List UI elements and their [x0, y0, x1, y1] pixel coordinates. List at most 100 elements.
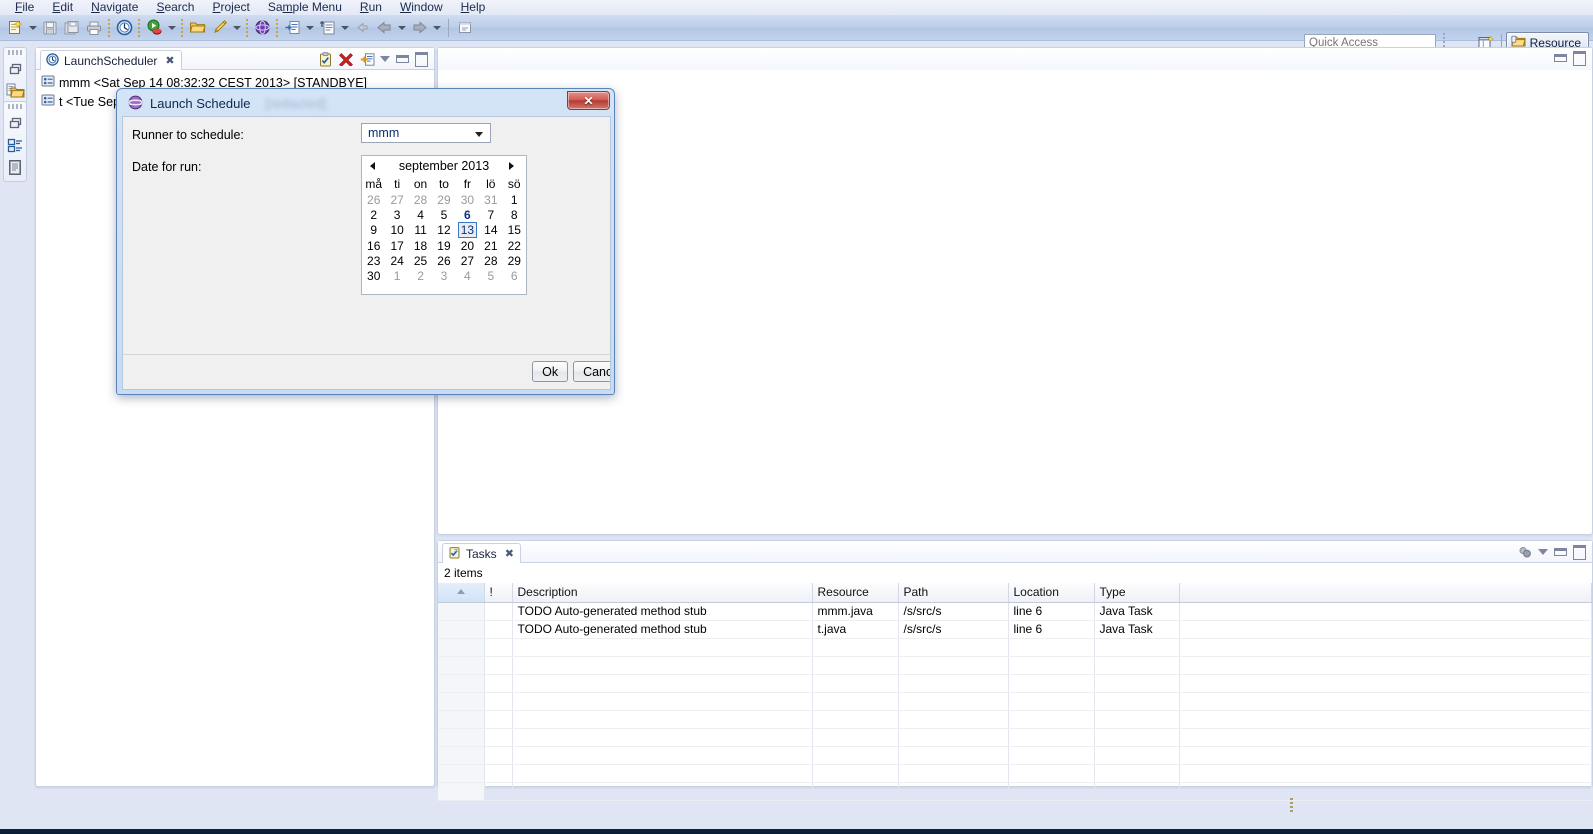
close-icon[interactable]: ✕: [567, 91, 610, 110]
new-task-icon[interactable]: [317, 51, 333, 67]
external-tools-dropdown-icon[interactable]: [303, 17, 316, 39]
calendar-day[interactable]: 21: [479, 238, 502, 253]
menu-item-run[interactable]: Run: [351, 0, 391, 15]
back-prev-icon[interactable]: [351, 17, 373, 39]
calendar-day[interactable]: 27: [385, 192, 408, 207]
open-folder-icon[interactable]: [186, 17, 208, 39]
table-row[interactable]: TODO Auto-generated method stub mmm.java /…: [438, 602, 1592, 621]
back-icon[interactable]: [373, 17, 395, 39]
column-header-path[interactable]: Path: [898, 583, 1009, 603]
column-header-location[interactable]: Location: [1008, 583, 1095, 603]
menu-item-file[interactable]: File: [6, 0, 43, 15]
calendar-day[interactable]: 9: [362, 222, 385, 238]
ok-button[interactable]: Ok: [532, 361, 569, 382]
calendar-day[interactable]: 5: [432, 207, 455, 222]
calendar-day[interactable]: 15: [503, 222, 526, 238]
filters-icon[interactable]: [1517, 544, 1533, 560]
pencil-dropdown-icon[interactable]: [230, 17, 243, 39]
save-icon[interactable]: [39, 17, 61, 39]
view-menu-icon[interactable]: [380, 56, 390, 62]
forward-icon[interactable]: [408, 17, 430, 39]
chevron-left-icon[interactable]: [370, 162, 379, 171]
calendar-day[interactable]: 25: [409, 253, 432, 268]
package-explorer-icon[interactable]: [5, 81, 25, 101]
calendar-day[interactable]: 1: [503, 192, 526, 207]
forward-dropdown-icon[interactable]: [430, 17, 443, 39]
calendar-day[interactable]: 26: [362, 192, 385, 207]
calendar-day[interactable]: 31: [479, 192, 502, 207]
open-type-icon[interactable]: [454, 17, 476, 39]
calendar-day[interactable]: 30: [362, 268, 385, 283]
menu-item-sample-menu[interactable]: Sample Menu: [259, 0, 351, 15]
drag-grip[interactable]: [8, 104, 22, 109]
run-icon[interactable]: [143, 17, 165, 39]
restore-icon[interactable]: [5, 59, 25, 79]
new-wizard-icon[interactable]: [4, 17, 26, 39]
tab-tasks[interactable]: Tasks ✖: [442, 543, 521, 563]
annotation-dropdown-icon[interactable]: [338, 17, 351, 39]
calendar-day[interactable]: 29: [432, 192, 455, 207]
column-header-description[interactable]: Description: [512, 583, 813, 603]
outline-icon[interactable]: [5, 135, 25, 155]
new-wizard-dropdown-icon[interactable]: [26, 17, 39, 39]
chevron-right-icon[interactable]: [509, 162, 518, 171]
menu-item-search[interactable]: Search: [147, 0, 203, 15]
drag-grip[interactable]: [8, 50, 22, 55]
calendar-day[interactable]: 19: [432, 238, 455, 253]
calendar-day[interactable]: 5: [479, 268, 502, 283]
menu-item-navigate[interactable]: Navigate: [82, 0, 147, 15]
menu-item-project[interactable]: Project: [203, 0, 258, 15]
column-header-sort[interactable]: [438, 583, 485, 603]
print-icon[interactable]: [83, 17, 105, 39]
calendar-day[interactable]: 23: [362, 253, 385, 268]
runner-combo[interactable]: mmm: [361, 123, 491, 143]
calendar-day[interactable]: 4: [409, 207, 432, 222]
external-tools-icon[interactable]: [281, 17, 303, 39]
calendar-day[interactable]: 3: [385, 207, 408, 222]
menu-item-edit[interactable]: Edit: [43, 0, 82, 15]
calendar-day[interactable]: 16: [362, 238, 385, 253]
calendar-day[interactable]: 29: [503, 253, 526, 268]
column-header-severity[interactable]: !: [484, 583, 513, 603]
calendar-day[interactable]: 7: [479, 207, 502, 222]
calendar-day[interactable]: 28: [479, 253, 502, 268]
minimize-icon[interactable]: [1553, 51, 1567, 65]
calendar-day[interactable]: 14: [479, 222, 502, 238]
calendar-day[interactable]: 13: [456, 222, 479, 238]
calendar-day[interactable]: 10: [385, 222, 408, 238]
calendar-day[interactable]: 18: [409, 238, 432, 253]
calendar-day[interactable]: 17: [385, 238, 408, 253]
document-icon[interactable]: [5, 157, 25, 177]
calendar-day[interactable]: 8: [503, 207, 526, 222]
sash-handle[interactable]: [1290, 798, 1293, 812]
close-icon[interactable]: ✖: [505, 547, 514, 560]
cancel-button[interactable]: Cancel: [573, 361, 610, 382]
calendar-day[interactable]: 20: [456, 238, 479, 253]
restore-icon[interactable]: [5, 113, 25, 133]
tab-launch-scheduler[interactable]: LaunchScheduler ✖: [40, 50, 182, 70]
history-icon[interactable]: [113, 17, 135, 39]
save-all-icon[interactable]: [61, 17, 83, 39]
calendar-day[interactable]: 22: [503, 238, 526, 253]
maximize-icon[interactable]: [1572, 51, 1586, 65]
calendar-day[interactable]: 28: [409, 192, 432, 207]
delete-task-icon[interactable]: [338, 51, 354, 67]
calendar-day[interactable]: 11: [409, 222, 432, 238]
minimize-icon[interactable]: [395, 52, 409, 66]
menu-item-window[interactable]: Window: [391, 0, 452, 15]
calendar-day[interactable]: 2: [409, 268, 432, 283]
calendar-day[interactable]: 1: [385, 268, 408, 283]
view-menu-icon[interactable]: [1538, 549, 1548, 555]
close-icon[interactable]: ✖: [165, 54, 174, 67]
table-row[interactable]: TODO Auto-generated method stub t.java/s/…: [438, 620, 1592, 639]
calendar-day[interactable]: 12: [432, 222, 455, 238]
calendar-day[interactable]: 24: [385, 253, 408, 268]
dialog-title-bar[interactable]: Launch Schedule [redacted] ✕: [120, 91, 611, 115]
maximize-icon[interactable]: [1572, 545, 1586, 559]
menu-item-help[interactable]: Help: [452, 0, 495, 15]
run-task-icon[interactable]: [359, 51, 375, 67]
annotation-icon[interactable]: [316, 17, 338, 39]
calendar-day[interactable]: 6: [456, 207, 479, 222]
calendar-day[interactable]: 6: [503, 268, 526, 283]
globe-icon[interactable]: [251, 17, 273, 39]
